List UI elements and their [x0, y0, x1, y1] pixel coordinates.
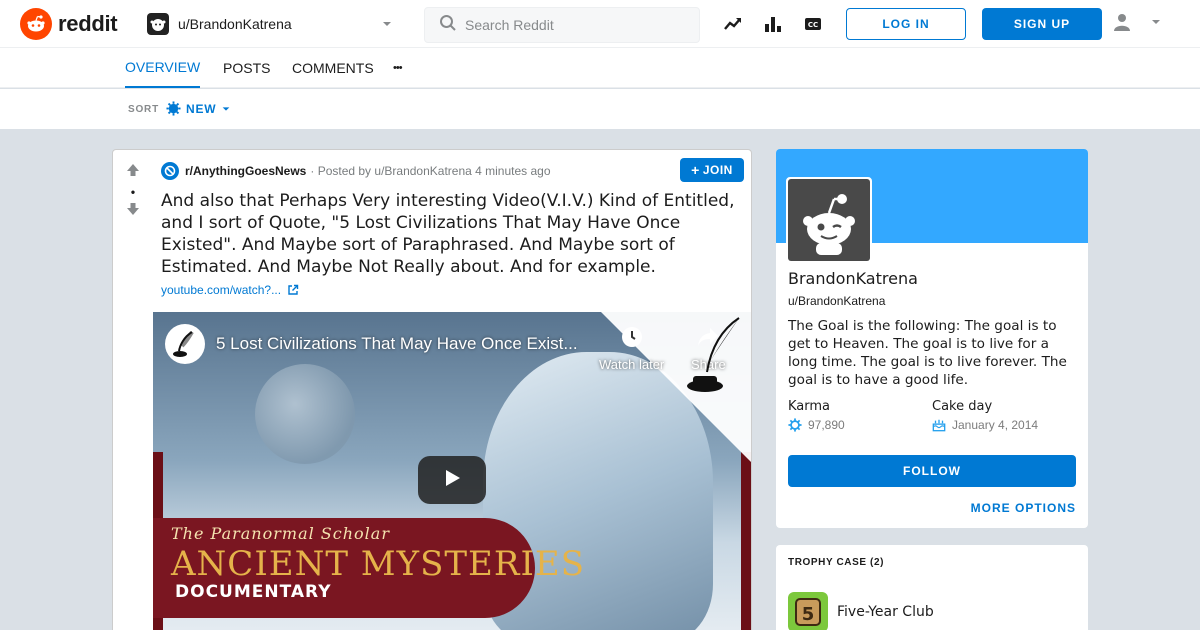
tab-posts[interactable]: POSTS — [223, 48, 270, 88]
downvote-icon[interactable] — [125, 201, 141, 222]
cakeday-stat: Cake day January 4, 2014 — [932, 399, 1038, 432]
trending-icon[interactable] — [723, 14, 743, 34]
upvote-icon[interactable] — [125, 162, 141, 183]
login-button[interactable]: LOG IN — [846, 8, 966, 40]
sort-value: NEW — [186, 101, 217, 116]
tab-more-options[interactable]: ••• — [393, 48, 403, 88]
video-title[interactable]: 5 Lost Civilizations That May Have Once … — [216, 334, 578, 354]
trophy-item: 5 Five-Year Club — [788, 592, 934, 630]
search-bar[interactable] — [424, 7, 700, 43]
plus-icon: + — [691, 162, 700, 178]
cake-icon — [932, 418, 946, 432]
posted-by: · Posted by u/BrandonKatrena 4 minutes a… — [310, 164, 551, 178]
profile-tabs: OVERVIEW POSTS COMMENTS ••• — [0, 48, 1200, 88]
trophy-badge-number: 5 — [802, 604, 815, 625]
sort-label: SORT — [128, 104, 159, 115]
watch-later-button[interactable]: Watch later — [599, 326, 664, 372]
post-link[interactable]: youtube.com/watch?... — [161, 283, 299, 297]
vote-score: • — [130, 185, 136, 199]
banner-script-text: The Paranormal Scholar — [171, 524, 390, 543]
community-dropdown[interactable]: u/BrandonKatrena — [147, 11, 397, 37]
channel-avatar-icon[interactable] — [165, 324, 205, 364]
sort-bar: SORT NEW — [0, 89, 1200, 129]
trophy-case: TROPHY CASE (2) 5 Five-Year Club — [776, 545, 1088, 630]
external-link-icon — [287, 284, 299, 296]
post-title[interactable]: And also that Perhaps Very interesting V… — [161, 190, 741, 278]
post-card[interactable]: • r/AnythingGoesNews · Posted by u/Brand… — [112, 149, 752, 630]
svg-text:CC: CC — [808, 21, 818, 29]
user-avatar-icon — [147, 13, 169, 35]
search-icon — [439, 14, 457, 37]
community-name: u/BrandonKatrena — [178, 16, 292, 32]
profile-name: BrandonKatrena — [788, 269, 918, 288]
reddit-alien-icon — [20, 8, 52, 40]
new-burst-icon — [166, 101, 181, 116]
profile-handle: u/BrandonKatrena — [788, 294, 886, 308]
user-menu-dropdown[interactable] — [1112, 12, 1162, 36]
post-meta: r/AnythingGoesNews · Posted by u/Brandon… — [161, 162, 551, 180]
karma-label: Karma — [788, 399, 831, 414]
subreddit-icon — [161, 162, 179, 180]
play-button[interactable] — [418, 456, 486, 504]
profile-avatar — [786, 177, 872, 263]
follow-button[interactable]: FOLLOW — [788, 455, 1076, 487]
banner-title: ANCIENT MYSTERIES — [171, 544, 585, 584]
cc-icon[interactable]: CC — [803, 14, 823, 34]
karma-icon — [788, 418, 802, 432]
cakeday-label: Cake day — [932, 399, 993, 414]
five-year-club-icon: 5 — [788, 592, 828, 630]
moon-image — [255, 364, 355, 464]
karma-stat: Karma 97,890 — [788, 399, 845, 432]
trophy-name: Five-Year Club — [837, 604, 934, 620]
profile-card: BrandonKatrena u/BrandonKatrena The Goal… — [776, 149, 1088, 528]
play-icon — [442, 468, 462, 493]
stats-icon[interactable] — [763, 14, 783, 34]
video-title-bar[interactable]: 5 Lost Civilizations That May Have Once … — [165, 324, 578, 364]
logo-wordmark: reddit — [58, 11, 118, 36]
chevron-down-icon — [381, 17, 393, 35]
cakeday-value: January 4, 2014 — [952, 418, 1039, 432]
more-options-link[interactable]: MORE OPTIONS — [971, 501, 1076, 515]
clock-icon — [621, 326, 643, 351]
trophy-case-title: TROPHY CASE (2) — [788, 557, 885, 568]
profile-description: The Goal is the following: The goal is t… — [788, 318, 1067, 388]
banner-subtitle: DOCUMENTARY — [175, 582, 332, 602]
tab-comments[interactable]: COMMENTS — [292, 48, 374, 88]
subreddit-link[interactable]: r/AnythingGoesNews — [185, 164, 306, 178]
post-link-text: youtube.com/watch?... — [161, 283, 282, 297]
join-label: JOIN — [702, 163, 733, 177]
chevron-down-icon — [1150, 15, 1162, 33]
top-header: reddit u/BrandonKatrena CC LOG IN — [0, 0, 1200, 48]
quill-logo-icon — [681, 316, 745, 401]
reddit-logo[interactable]: reddit — [20, 8, 118, 40]
karma-value: 97,890 — [808, 418, 845, 432]
chevron-down-icon — [221, 104, 231, 114]
sort-dropdown[interactable]: NEW — [166, 101, 231, 116]
watch-later-label: Watch later — [599, 357, 665, 372]
vote-column: • — [113, 150, 153, 222]
tab-overview[interactable]: OVERVIEW — [125, 48, 201, 88]
user-icon — [1112, 12, 1132, 37]
signup-button[interactable]: SIGN UP — [982, 8, 1102, 40]
search-input[interactable] — [465, 17, 665, 33]
video-embed[interactable]: 5 Lost Civilizations That May Have Once … — [153, 312, 751, 630]
join-button[interactable]: + JOIN — [680, 158, 744, 182]
snoo-avatar-icon — [788, 179, 870, 261]
